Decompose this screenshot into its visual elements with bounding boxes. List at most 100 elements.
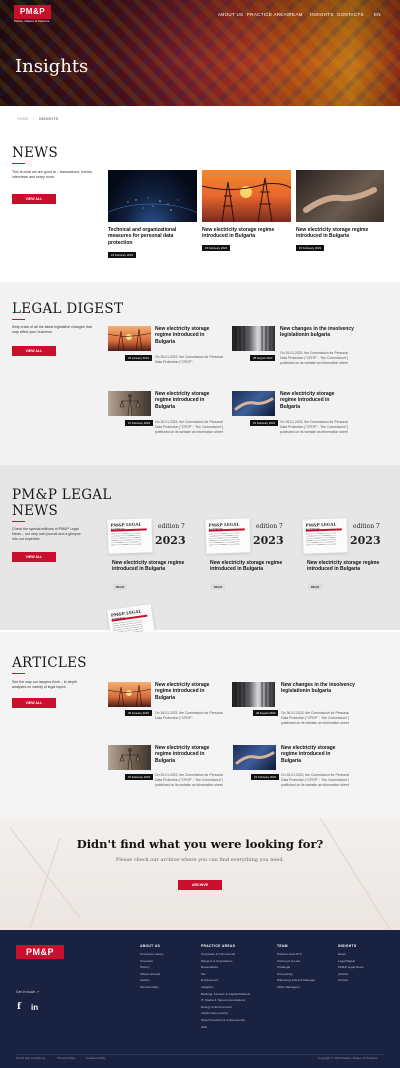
footer-logo[interactable]: PM&P xyxy=(16,945,64,959)
footer-heading-practice[interactable]: PRACTICE AREAS xyxy=(201,944,235,948)
journal-card-title[interactable]: New electricity storage regime introduce… xyxy=(307,560,393,573)
facebook-icon[interactable]: f xyxy=(17,1002,21,1012)
journal-read-button[interactable]: READ xyxy=(308,584,322,590)
journal-read-button[interactable]: READ xyxy=(211,584,225,590)
journal-cover[interactable]: PM&P LEGAL NEWS xyxy=(107,518,153,554)
footer-link[interactable]: Employment xyxy=(201,977,250,984)
footer-link[interactable]: Overview xyxy=(140,958,164,965)
footer-link[interactable]: IT, Media & Telecommunications xyxy=(201,997,250,1004)
article-image-power-lines[interactable] xyxy=(108,682,151,707)
journal-cover[interactable]: PM&P LEGAL NEWS xyxy=(205,518,251,554)
article-date: 15 February 2023 xyxy=(251,774,280,780)
legal-news-description: Check the special editions of PM&P Legal… xyxy=(12,527,81,541)
journal-edition: edition 7 xyxy=(158,523,185,530)
footer-link[interactable]: Tax xyxy=(201,971,250,978)
linkedin-icon[interactable]: in xyxy=(31,1003,38,1012)
news-card-title[interactable]: New electricity storage regime introduce… xyxy=(202,227,290,240)
article-title[interactable]: New electricity storage regime introduce… xyxy=(281,745,349,764)
article-text: On 26.01.2023, the Commission for Person… xyxy=(281,773,349,787)
journal-cover[interactable]: PM&P LEGAL NEWS xyxy=(302,518,348,554)
nav-about-us[interactable]: ABOUT US xyxy=(218,12,243,17)
archive-cta-title: Didn't find what you were looking for? xyxy=(76,837,324,851)
article-image-handshake[interactable] xyxy=(233,745,276,770)
digest-item-image-books[interactable] xyxy=(232,326,275,351)
footer-link[interactable]: AML xyxy=(201,1024,250,1031)
nav-practice-areas[interactable]: PRACTICE AREAS xyxy=(247,12,290,17)
footer-link[interactable]: PM&P Legal News xyxy=(338,964,364,971)
footer-link[interactable]: Renewables xyxy=(201,964,250,971)
article-image-lady-justice[interactable] xyxy=(108,745,151,770)
footer-link[interactable]: Data Protection & Cybersecurity xyxy=(201,1017,250,1024)
footer-link[interactable]: Marketing & Event Manager xyxy=(277,977,315,984)
news-description: This is what we are good at – transactio… xyxy=(12,170,93,179)
footer-list-practice: Corporate & Commercial Mergers & Acquisi… xyxy=(201,951,250,1030)
cookies-link[interactable]: Cookies Policy xyxy=(86,1056,106,1060)
legal-digest-view-all-button[interactable]: VIEW ALL xyxy=(12,346,56,356)
footer-link[interactable]: Corporate values xyxy=(140,951,164,958)
footer-link[interactable]: History xyxy=(140,964,164,971)
news-view-all-button[interactable]: VIEW ALL xyxy=(12,194,56,204)
footer-link[interactable]: Mergers & Acquisitions xyxy=(201,958,250,965)
news-card-title[interactable]: New electricity storage regime introduce… xyxy=(296,227,384,240)
article-title[interactable]: New electricity storage regime introduce… xyxy=(155,682,223,701)
digest-item-text: On 26.01.2023, the Commission for Person… xyxy=(280,351,348,365)
archive-button[interactable]: ARCHIVE xyxy=(178,880,222,890)
digest-item-date: 15 February 2023 xyxy=(125,420,154,426)
footer-link[interactable]: Corporate & Commercial xyxy=(201,951,250,958)
digest-item-image-power-lines[interactable] xyxy=(108,326,151,351)
footer-link[interactable]: Attorneys at Law xyxy=(277,958,315,965)
journal-card-title[interactable]: New electricity storage regime introduce… xyxy=(112,560,198,573)
footer-link[interactable]: Banking, Finance & Capital Markets xyxy=(201,991,250,998)
get-in-touch-link[interactable]: Get in touch ↗ xyxy=(16,990,39,994)
footer-link[interactable]: Memberships xyxy=(140,984,164,991)
footer-list-insights: News Legal Digest PM&P Legal News Articl… xyxy=(338,951,364,984)
digest-item-title[interactable]: New electricity storage regime introduce… xyxy=(155,391,223,410)
logo[interactable]: PM&P xyxy=(14,5,51,19)
digest-item-title[interactable]: New electricity storage regime introduce… xyxy=(280,391,348,410)
footer-link[interactable]: Energy & Environment xyxy=(201,1004,250,1011)
footer-link[interactable]: Partners and Of C xyxy=(277,951,315,958)
news-card-image-earth[interactable] xyxy=(108,170,197,222)
footer-heading-insights[interactable]: INSIGHTS xyxy=(338,944,356,948)
nav-insights[interactable]: INSIGHTS xyxy=(310,12,334,17)
legal-news-view-all-button[interactable]: VIEW ALL xyxy=(12,552,56,562)
footer-link[interactable]: Articles xyxy=(338,971,364,978)
article-image-books[interactable] xyxy=(232,682,275,707)
digest-item-title[interactable]: New electricity storage regime introduce… xyxy=(155,326,223,345)
footer-link[interactable]: Offices abroad xyxy=(140,971,164,978)
footer-link[interactable]: Intellectual property xyxy=(201,1010,250,1017)
legal-news-title: PM&P LEGAL xyxy=(12,487,112,503)
footer-heading-team[interactable]: TEAM xyxy=(277,944,288,948)
digest-item-date: 15 February 2023 xyxy=(250,420,279,426)
digest-item-text: On 26.01.2023, the Commission for Person… xyxy=(155,420,223,434)
article-title[interactable]: New changes in the insolvency legislatio… xyxy=(281,682,361,695)
footer-link[interactable]: News xyxy=(338,951,364,958)
digest-item-image-handshake[interactable] xyxy=(232,391,275,416)
journal-read-button[interactable]: READ xyxy=(113,584,127,590)
articles-view-all-button[interactable]: VIEW ALL xyxy=(12,698,56,708)
footer-link[interactable]: Archive xyxy=(338,977,364,984)
footer-link[interactable]: Office Managers xyxy=(277,984,315,991)
nav-contacts[interactable]: CONTACTS xyxy=(337,12,364,17)
language-switch[interactable]: EN xyxy=(374,12,381,17)
footer-heading-about[interactable]: ABOUT US xyxy=(140,944,160,948)
journal-card-title[interactable]: New electricity storage regime introduce… xyxy=(210,560,296,573)
privacy-link[interactable]: Privacy Policy xyxy=(57,1056,76,1060)
digest-item-title[interactable]: New changes in the insolvency legislatio… xyxy=(280,326,360,339)
footer-link[interactable]: Accounting xyxy=(277,971,315,978)
terms-link[interactable]: Terms and Conditions xyxy=(16,1056,45,1060)
digest-item-image-lady-justice[interactable] xyxy=(108,391,151,416)
news-card-image-handshake[interactable] xyxy=(296,170,384,222)
news-card-image-power-lines[interactable] xyxy=(202,170,291,222)
breadcrumb: HOME / INSIGHTS xyxy=(17,117,59,121)
footer-link[interactable]: Litigation xyxy=(201,984,250,991)
footer-link[interactable]: Gallery xyxy=(140,977,164,984)
article-title[interactable]: New electricity storage regime introduce… xyxy=(155,745,223,764)
news-card-date: 15 February 2023 xyxy=(296,245,325,251)
nav-team[interactable]: TEAM xyxy=(289,12,303,17)
footer-link[interactable]: Legal Digest xyxy=(338,958,364,965)
footer-link[interactable]: Paralegal xyxy=(277,964,315,971)
breadcrumb-home[interactable]: HOME xyxy=(17,117,29,121)
news-card-title[interactable]: Technical and organizational measures fo… xyxy=(108,227,196,246)
journal-edition: edition 7 xyxy=(256,523,283,530)
